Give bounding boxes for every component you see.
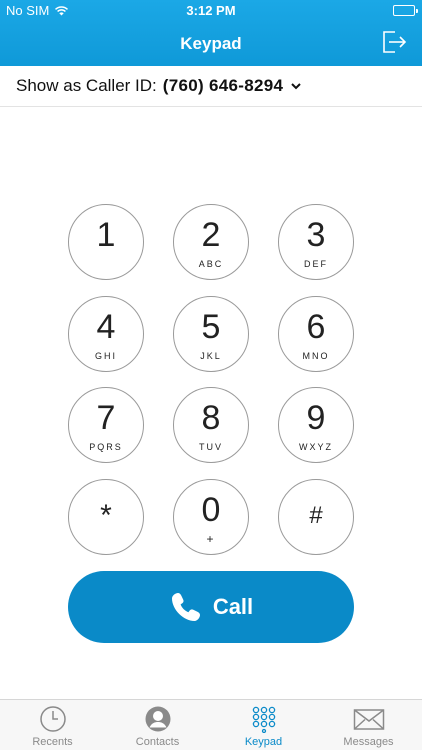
key-letters: ABC bbox=[198, 259, 224, 269]
tab-label: Messages bbox=[343, 736, 394, 748]
tab-label: Keypad bbox=[244, 736, 283, 748]
tab-keypad[interactable]: Keypad bbox=[211, 700, 316, 750]
phone-icon bbox=[171, 593, 200, 621]
key-2[interactable]: 2 ABC bbox=[173, 204, 249, 280]
caller-id-number: (760) 646-8294 bbox=[162, 76, 284, 95]
key-digit: * bbox=[100, 499, 112, 532]
chevron-down-icon bbox=[291, 83, 301, 90]
call-button[interactable]: Call bbox=[68, 571, 354, 643]
tab-label: Contacts bbox=[135, 736, 180, 748]
tab-recents[interactable]: Recents bbox=[0, 700, 105, 750]
key-digit: 3 bbox=[306, 216, 326, 254]
key-5[interactable]: 5 JKL bbox=[173, 296, 249, 372]
key-letters: DEF bbox=[304, 259, 328, 269]
key-0[interactable]: 0 + bbox=[173, 479, 249, 555]
key-digit: 9 bbox=[306, 399, 326, 437]
key-digit: 7 bbox=[96, 399, 116, 437]
status-bar: No SIM 3:12 PM bbox=[0, 0, 422, 22]
tab-messages[interactable]: Messages bbox=[316, 700, 421, 750]
key-letters: GHI bbox=[94, 351, 117, 361]
key-7[interactable]: 7 PQRS bbox=[68, 387, 144, 463]
key-letters: PQRS bbox=[89, 442, 123, 452]
clock-icon bbox=[39, 706, 66, 732]
call-label: Call bbox=[212, 594, 254, 619]
key-letters: WXYZ bbox=[299, 442, 333, 452]
key-digit: 4 bbox=[96, 308, 116, 346]
header: No SIM 3:12 PM Keypad bbox=[0, 0, 422, 66]
key-digit: 2 bbox=[201, 216, 221, 254]
key-letters: TUV bbox=[199, 442, 223, 452]
key-star[interactable]: * bbox=[68, 479, 144, 555]
key-digit: 0 bbox=[201, 491, 221, 529]
keypad-grid-icon bbox=[252, 706, 275, 733]
key-3[interactable]: 3 DEF bbox=[278, 204, 354, 280]
envelope-icon bbox=[353, 709, 384, 730]
caller-id-selector[interactable]: Show as Caller ID: (760) 646-8294 bbox=[0, 66, 422, 107]
key-digit: 6 bbox=[306, 308, 326, 346]
contact-avatar-icon bbox=[145, 706, 170, 732]
key-letters: + bbox=[206, 532, 216, 546]
key-6[interactable]: 6 MNO bbox=[278, 296, 354, 372]
tab-label: Recents bbox=[32, 736, 73, 748]
key-letters: JKL bbox=[200, 351, 222, 361]
key-letters: MNO bbox=[302, 351, 330, 361]
key-1[interactable]: 1 bbox=[68, 204, 144, 280]
tab-bar: Recents Contacts Keypad Messages bbox=[0, 699, 422, 750]
caller-id-label: Show as Caller ID: bbox=[16, 76, 157, 95]
status-right bbox=[393, 5, 418, 16]
page-title: Keypad bbox=[180, 34, 242, 53]
key-digit: 5 bbox=[201, 308, 221, 346]
key-digit: # bbox=[309, 502, 323, 529]
key-9[interactable]: 9 WXYZ bbox=[278, 387, 354, 463]
status-time: 3:12 PM bbox=[186, 3, 236, 18]
battery-icon bbox=[393, 5, 418, 16]
key-hash[interactable]: # bbox=[278, 479, 354, 555]
sign-out-icon[interactable] bbox=[380, 28, 408, 56]
key-8[interactable]: 8 TUV bbox=[173, 387, 249, 463]
keypad-screen: No SIM 3:12 PM Keypad Show as Caller ID:… bbox=[0, 0, 422, 750]
key-digit: 1 bbox=[96, 216, 116, 254]
tab-contacts[interactable]: Contacts bbox=[105, 700, 210, 750]
key-4[interactable]: 4 GHI bbox=[68, 296, 144, 372]
key-digit: 8 bbox=[201, 399, 221, 437]
